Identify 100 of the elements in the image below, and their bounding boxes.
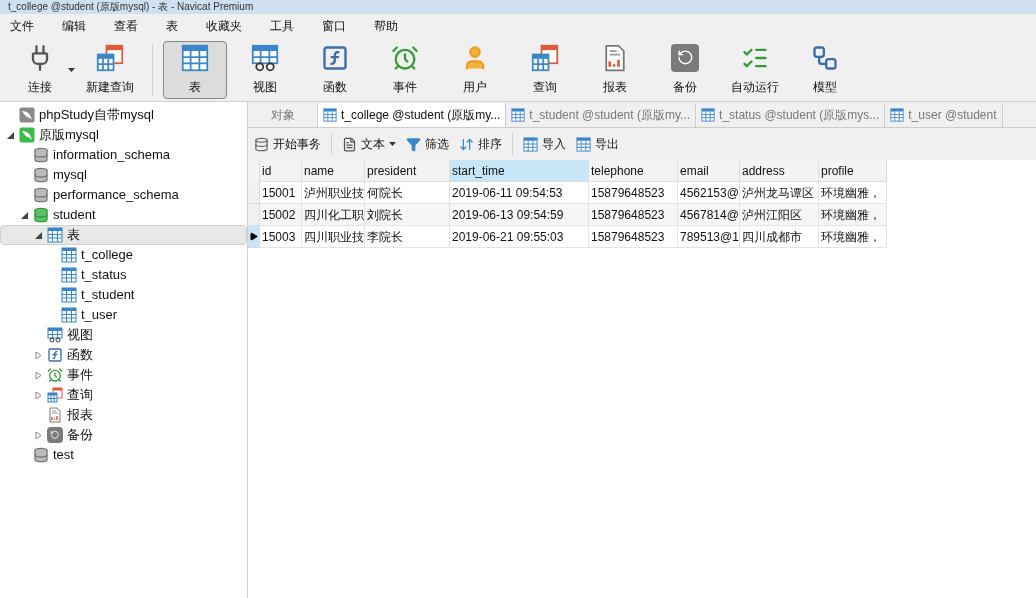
- query-icon: [47, 387, 63, 403]
- expanded-arrow-icon[interactable]: [6, 131, 14, 139]
- expanded-arrow-icon[interactable]: [20, 211, 28, 219]
- action-button[interactable]: 筛选: [406, 135, 449, 153]
- tree-item[interactable]: 备份: [0, 425, 247, 445]
- table-icon: [890, 108, 905, 122]
- menu-item[interactable]: 帮助: [368, 17, 404, 35]
- table-icon: [511, 108, 526, 122]
- table-cell: 四川职业技: [302, 226, 365, 248]
- collapsed-arrow-icon[interactable]: [34, 371, 42, 379]
- table-icon: [61, 287, 77, 303]
- table-icon: [181, 43, 209, 72]
- tree-item[interactable]: information_schema: [0, 145, 247, 165]
- toolbar-button[interactable]: 视图: [233, 40, 297, 99]
- caret-icon: [389, 142, 396, 146]
- tree-item[interactable]: 视图: [0, 325, 247, 345]
- function-icon: [47, 347, 63, 363]
- toolbar-button[interactable]: 自动运行: [723, 40, 787, 99]
- function-icon: [321, 43, 349, 72]
- menu-item[interactable]: 查看: [108, 17, 144, 35]
- action-button[interactable]: 文本: [342, 135, 396, 153]
- model-icon: [811, 43, 839, 72]
- menu-item[interactable]: 表: [160, 17, 184, 35]
- menu-item[interactable]: 窗口: [316, 17, 352, 35]
- table-icon: [61, 247, 77, 263]
- toolbar-button[interactable]: 新建查询: [78, 40, 142, 99]
- view-icon: [251, 43, 279, 72]
- caret-icon: [68, 67, 75, 72]
- table-cell: 四川成都市: [740, 226, 819, 248]
- tree-item[interactable]: 函数: [0, 345, 247, 365]
- tree-item[interactable]: phpStudy自带mysql: [0, 105, 247, 125]
- tree-item[interactable]: 查询: [0, 385, 247, 405]
- database-icon: [33, 187, 49, 203]
- toolbar-button[interactable]: 事件: [373, 40, 437, 99]
- tab[interactable]: t_college @student (原版my...: [318, 103, 507, 127]
- query-icon: [96, 43, 124, 72]
- view-icon: [47, 327, 63, 343]
- query-icon: [531, 43, 559, 72]
- table-cell: 789513@1: [678, 226, 740, 248]
- column-header[interactable]: address: [740, 160, 819, 182]
- collapsed-arrow-icon[interactable]: [34, 351, 42, 359]
- table-cell: 李院长: [365, 226, 450, 248]
- action-button[interactable]: 排序: [459, 135, 502, 153]
- tree-item[interactable]: t_status: [0, 265, 247, 285]
- toolbar-button[interactable]: 函数: [303, 40, 367, 99]
- window-title: t_college @student (原版mysql) - 表 - Navicat Premium: [8, 2, 254, 12]
- menu-item[interactable]: 文件: [4, 17, 40, 35]
- toolbar-button[interactable]: 表: [163, 40, 227, 99]
- column-header[interactable]: start_time: [450, 160, 589, 182]
- column-header[interactable]: name: [302, 160, 365, 182]
- table-icon: [47, 227, 63, 243]
- tree-item[interactable]: test: [0, 445, 247, 465]
- action-button[interactable]: 导出: [576, 135, 619, 153]
- toolbar-button[interactable]: 连接: [8, 40, 72, 99]
- toolbar-button[interactable]: 查询: [513, 40, 577, 99]
- action-button[interactable]: 导入: [523, 135, 566, 153]
- tree-item[interactable]: t_user: [0, 305, 247, 325]
- database-icon: [33, 447, 49, 463]
- menu-item[interactable]: 工具: [264, 17, 300, 35]
- row-indicator[interactable]: [248, 226, 260, 248]
- toolbar-button[interactable]: 备份: [653, 40, 717, 99]
- tree-item[interactable]: performance_schema: [0, 185, 247, 205]
- toolbar-button[interactable]: 报表: [583, 40, 647, 99]
- column-header[interactable]: email: [678, 160, 740, 182]
- sort-icon: [459, 136, 474, 152]
- filter-icon: [406, 136, 421, 152]
- menu-item[interactable]: 收藏夹: [200, 17, 248, 35]
- tree-item[interactable]: student: [0, 205, 247, 225]
- backup-icon: [47, 427, 63, 443]
- alarm-clock-icon: [391, 43, 419, 72]
- tree-item[interactable]: 表: [0, 225, 247, 245]
- tree-item[interactable]: t_college: [0, 245, 247, 265]
- menu-item[interactable]: 编辑: [56, 17, 92, 35]
- table-icon: [61, 267, 77, 283]
- collapsed-arrow-icon[interactable]: [34, 391, 42, 399]
- table-icon: [323, 108, 337, 122]
- toolbar-button[interactable]: 模型: [793, 40, 857, 99]
- tree-item[interactable]: mysql: [0, 165, 247, 185]
- table-cell: 环境幽雅，: [819, 226, 887, 248]
- column-header[interactable]: id: [260, 160, 302, 182]
- database-icon: [33, 167, 49, 183]
- database-icon: [33, 147, 49, 163]
- expanded-arrow-icon[interactable]: [34, 231, 42, 239]
- alarm-clock-icon: [47, 367, 63, 383]
- tree-item[interactable]: 原版mysql: [0, 125, 247, 145]
- table-icon: [61, 307, 77, 323]
- column-header[interactable]: president: [365, 160, 450, 182]
- database-icon: [33, 207, 49, 223]
- report-icon: [47, 407, 63, 423]
- tree-item[interactable]: 事件: [0, 365, 247, 385]
- column-header[interactable]: profile: [819, 160, 887, 182]
- document-icon: [342, 136, 357, 152]
- tree-item[interactable]: t_student: [0, 285, 247, 305]
- column-header[interactable]: telephone: [589, 160, 678, 182]
- current-row-icon: [249, 232, 258, 241]
- connection-icon: [19, 127, 35, 143]
- collapsed-arrow-icon[interactable]: [34, 431, 42, 439]
- action-button[interactable]: 开始事务: [254, 135, 321, 153]
- tree-item[interactable]: 报表: [0, 405, 247, 425]
- toolbar-button[interactable]: 用户: [443, 40, 507, 99]
